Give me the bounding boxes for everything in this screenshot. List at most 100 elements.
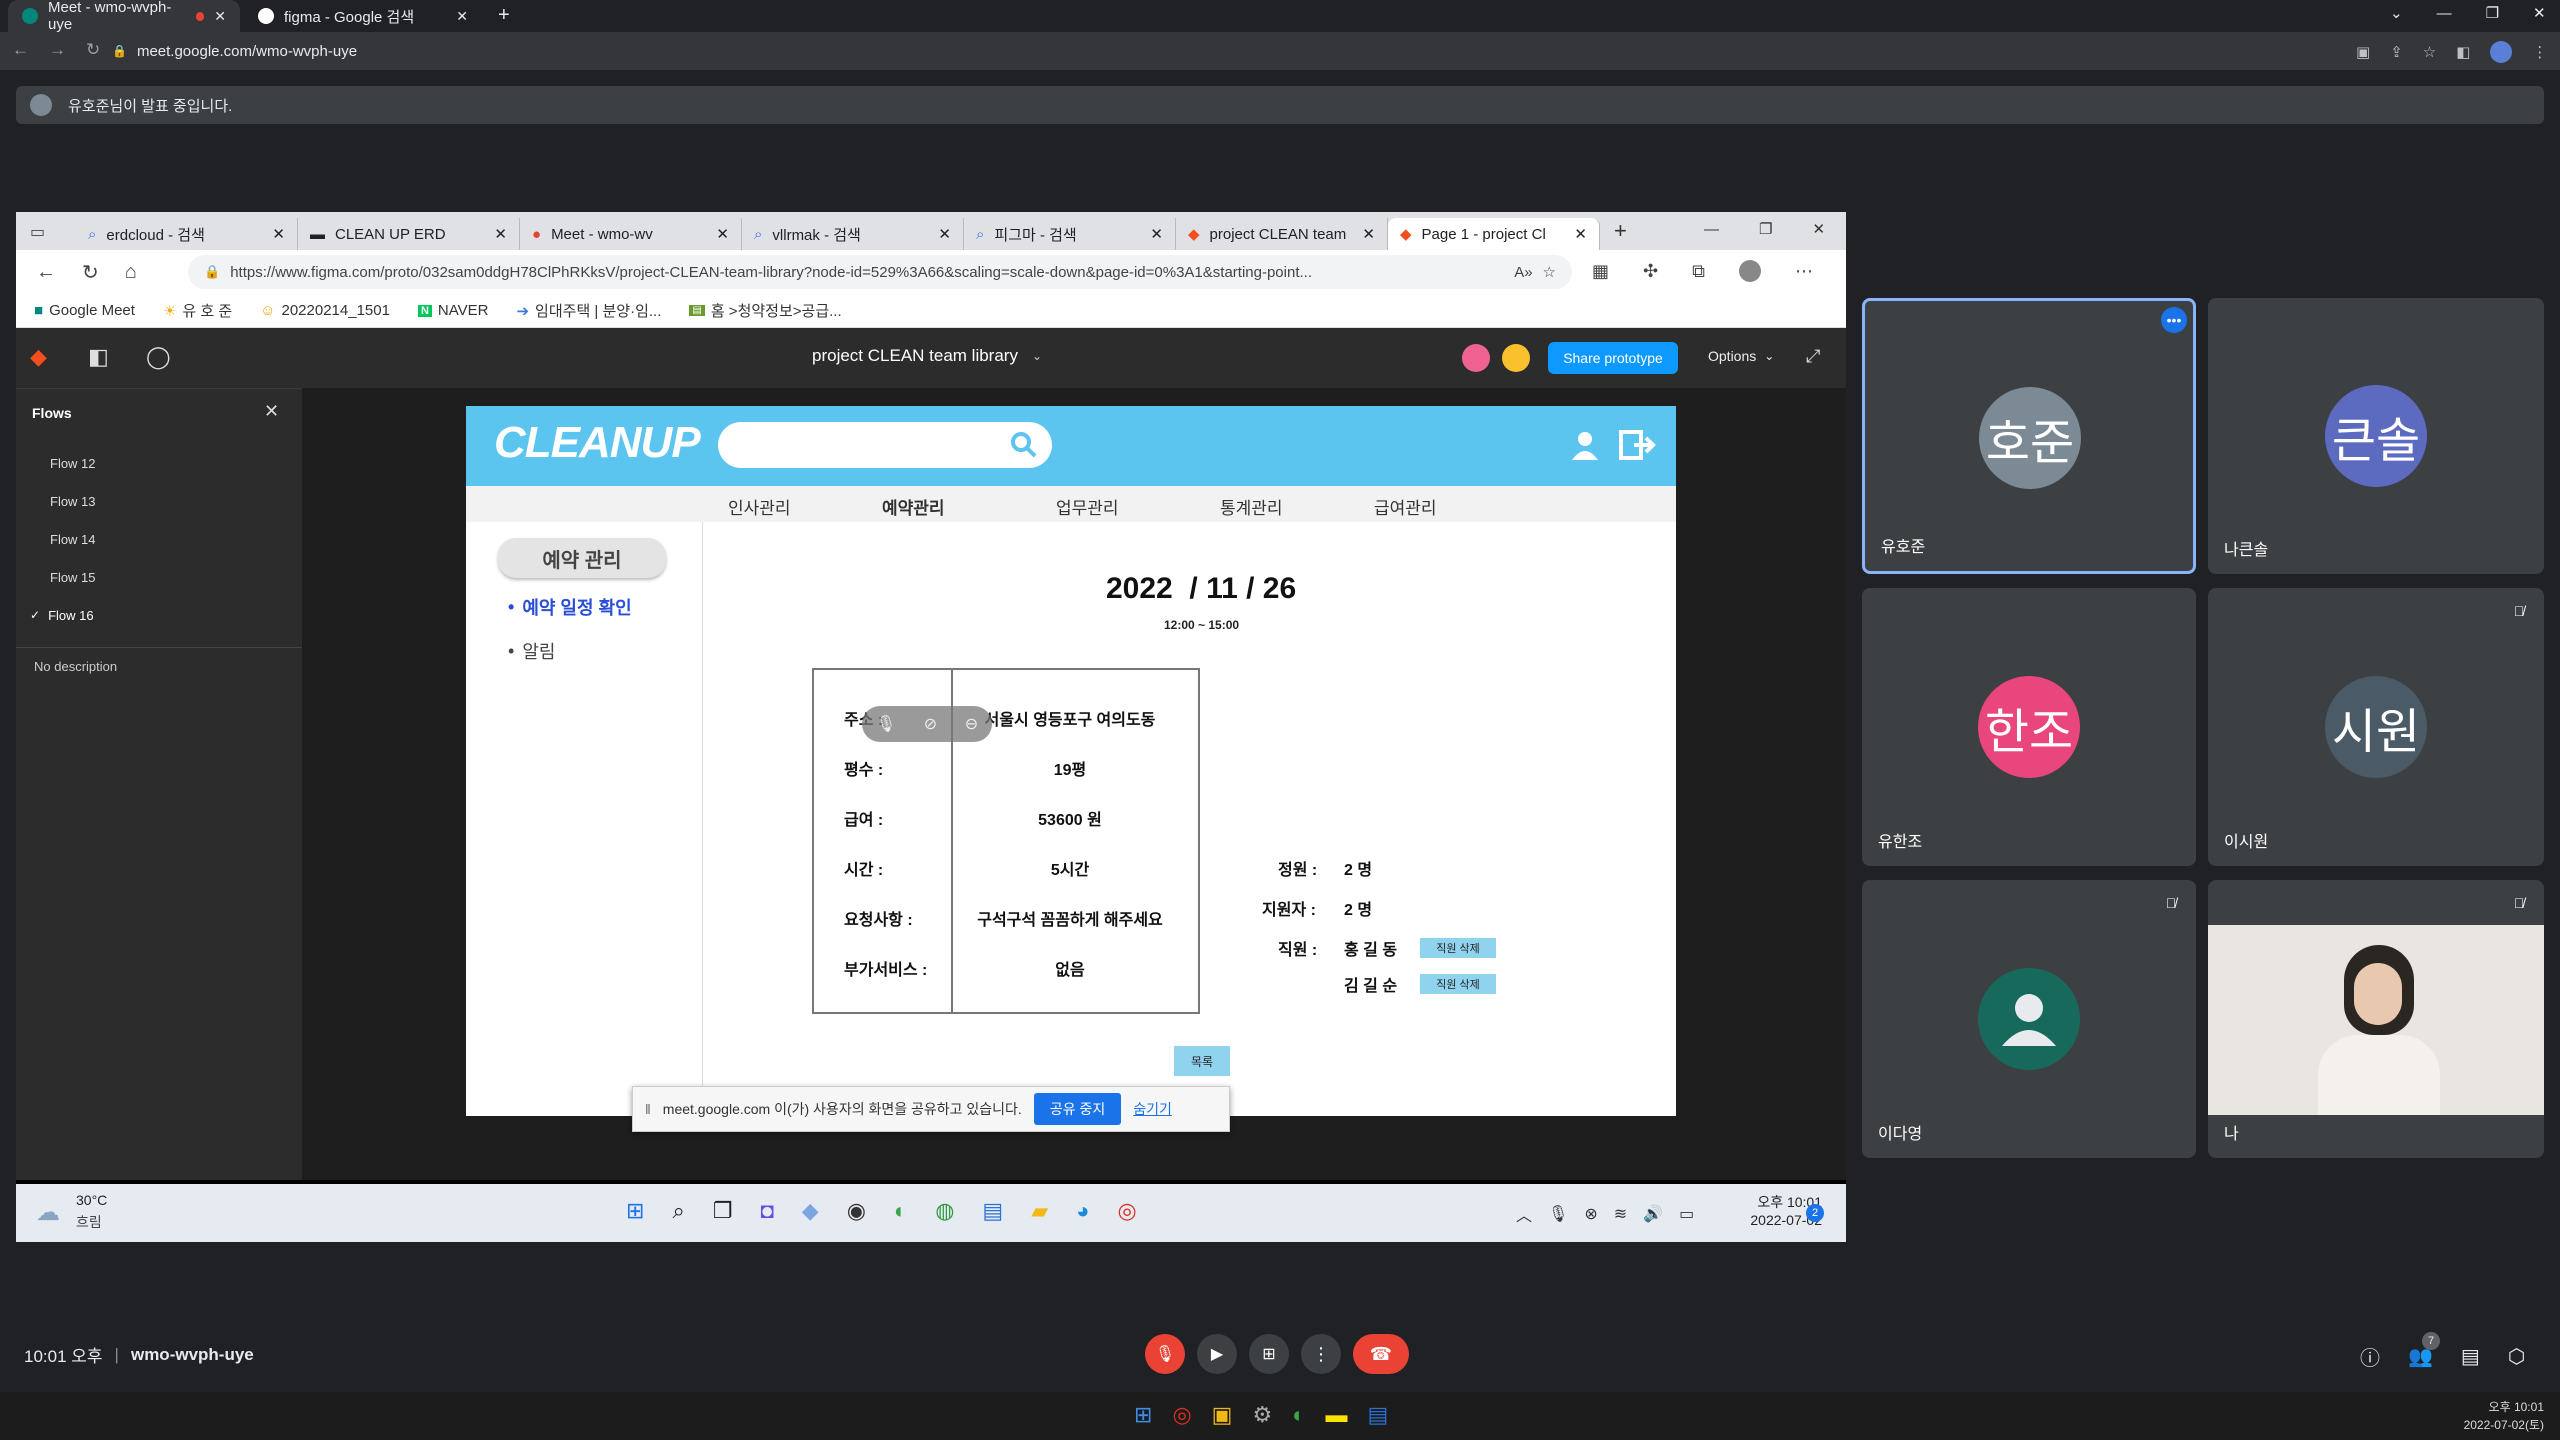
url-field[interactable]: 🔒 meet.google.com/wmo-wvph-uye: [112, 36, 2422, 66]
tab-search-chevron-icon[interactable]: ⌄: [2390, 4, 2403, 22]
notepad-icon[interactable]: ▤: [1367, 1402, 1388, 1428]
read-aloud-icon[interactable]: A»: [1514, 264, 1532, 281]
reload-icon[interactable]: ↻: [86, 40, 100, 60]
inner-url-field[interactable]: 🔒 https://www.figma.com/proto/032sam0ddg…: [188, 255, 1572, 289]
close-icon[interactable]: ✕: [1362, 225, 1375, 243]
task-view-icon[interactable]: ❐: [713, 1198, 733, 1224]
participant-tile[interactable]: 한조 유한조: [1862, 588, 2196, 866]
bookmark-google-meet[interactable]: ■ Google Meet: [34, 302, 135, 319]
fullscreen-icon[interactable]: ⤢: [1806, 346, 1820, 367]
drag-handle-icon[interactable]: ‖: [645, 1101, 651, 1117]
logout-icon[interactable]: [1618, 428, 1656, 462]
camera-toggle-button[interactable]: ▶: [1197, 1334, 1237, 1374]
restore-icon[interactable]: ❐: [2486, 4, 2499, 22]
hide-button[interactable]: 숨기기: [1133, 1099, 1172, 1119]
side-item-schedule[interactable]: • 예약 일정 확인: [508, 594, 632, 620]
profile-avatar-icon[interactable]: [2490, 41, 2513, 63]
close-icon[interactable]: ✕: [938, 225, 951, 243]
settings-icon[interactable]: ⚙: [1252, 1402, 1272, 1428]
flow-item-selected[interactable]: ✓ Flow 16: [16, 596, 302, 634]
x-circle-icon[interactable]: ⊗: [1584, 1204, 1597, 1224]
flow-item[interactable]: Flow 14: [16, 520, 302, 558]
list-button[interactable]: 목록: [1174, 1046, 1230, 1076]
bookmark-naver[interactable]: N NAVER: [417, 302, 488, 319]
windows-start-icon[interactable]: ⊞: [626, 1198, 644, 1224]
chrome-icon[interactable]: ◎: [1172, 1402, 1191, 1428]
inner-tab-page1[interactable]: ◆ Page 1 - project Cl ✕: [1388, 218, 1600, 250]
search-icon[interactable]: ⌕: [672, 1198, 684, 1224]
wifi-icon[interactable]: ≋: [1614, 1204, 1627, 1224]
bookmark-subscription[interactable]: ▤ 홈 >청약정보>공급...: [689, 300, 842, 321]
stop-sharing-button[interactable]: 공유 중지: [1033, 1093, 1122, 1125]
bookmark-housing[interactable]: ➔ 임대주택 | 분양·임...: [516, 300, 661, 321]
battery-icon[interactable]: ▭: [1679, 1204, 1694, 1224]
bookmark-user[interactable]: ☀ 유 호 준: [163, 300, 232, 321]
cleanup-search-input[interactable]: [718, 422, 1052, 468]
close-icon[interactable]: ✕: [716, 225, 729, 243]
folder-icon[interactable]: ▰: [1031, 1198, 1048, 1224]
new-tab-icon[interactable]: +: [498, 4, 510, 27]
figma-logo-icon[interactable]: ◆: [30, 344, 47, 370]
nav-item-salary[interactable]: 급여관리: [1374, 494, 1437, 519]
close-icon[interactable]: ✕: [1574, 225, 1587, 243]
inner-tab-project[interactable]: ◆ project CLEAN team li ✕: [1176, 218, 1388, 250]
camera-icon[interactable]: ▣: [2356, 43, 2370, 61]
panel-toggle-icon[interactable]: ◧: [88, 344, 109, 370]
teams-chat-icon[interactable]: ◘: [761, 1198, 774, 1224]
close-window-icon[interactable]: ✕: [2533, 4, 2546, 22]
profile-avatar-icon[interactable]: [1738, 260, 1761, 282]
close-icon[interactable]: ✕: [214, 8, 226, 25]
bookmark-date[interactable]: ☺ 20220214_1501: [260, 302, 390, 319]
app-icon[interactable]: ◆: [802, 1198, 819, 1224]
collections-icon[interactable]: ⧉: [1692, 261, 1705, 282]
extension-icon[interactable]: ▦: [1592, 261, 1609, 282]
user-icon[interactable]: [1568, 428, 1602, 462]
sidepanel-icon[interactable]: ◧: [2456, 43, 2470, 61]
back-icon[interactable]: ←: [36, 261, 56, 284]
side-item-notice[interactable]: • 알림: [508, 638, 555, 664]
new-tab-icon[interactable]: +: [1614, 218, 1627, 244]
share-prototype-button[interactable]: Share prototype: [1548, 342, 1678, 374]
present-button[interactable]: ⊞: [1249, 1334, 1289, 1374]
inner-tab-vllrmak[interactable]: ⌕ vllrmak - 검색 ✕: [742, 218, 964, 250]
close-icon[interactable]: ✕: [456, 8, 468, 25]
notification-badge[interactable]: 2: [1806, 1204, 1824, 1222]
extensions-puzzle-icon[interactable]: ✣: [1643, 261, 1658, 282]
app-icon[interactable]: ◐: [894, 1198, 907, 1224]
restore-icon[interactable]: ❐: [1759, 220, 1772, 238]
flow-item[interactable]: Flow 12: [16, 444, 302, 482]
minimize-icon[interactable]: —: [2437, 5, 2452, 22]
nav-item-hr[interactable]: 인사관리: [728, 494, 791, 519]
participant-tile[interactable]: 이다영 🎙̸: [1862, 880, 2196, 1158]
home-icon[interactable]: ⌂: [125, 261, 137, 284]
app-icon[interactable]: ◉: [847, 1198, 866, 1224]
mic-off-icon[interactable]: 🎙: [876, 714, 896, 734]
options-menu[interactable]: Options ⌄: [1708, 348, 1774, 364]
reload-icon[interactable]: ↻: [82, 260, 99, 285]
app-icon[interactable]: ▣: [1212, 1402, 1233, 1428]
mic-icon[interactable]: 🎙: [1548, 1204, 1568, 1224]
nav-item-work[interactable]: 업무관리: [1056, 494, 1119, 519]
flow-item[interactable]: Flow 13: [16, 482, 302, 520]
minimize-icon[interactable]: —: [1704, 221, 1719, 238]
volume-icon[interactable]: 🔊: [1643, 1204, 1663, 1224]
participant-tile-self[interactable]: 나 🎙̸: [2208, 880, 2544, 1158]
search-icon[interactable]: [1010, 431, 1038, 459]
app-icon[interactable]: ◐: [1292, 1402, 1305, 1428]
nav-item-stats[interactable]: 통계관리: [1220, 494, 1283, 519]
leave-call-button[interactable]: ☎: [1353, 1334, 1409, 1374]
favorite-icon[interactable]: ☆: [1543, 263, 1556, 281]
menu-dots-icon[interactable]: ⋮: [2532, 43, 2547, 61]
close-icon[interactable]: ✕: [264, 401, 279, 422]
kakaotalk-icon[interactable]: ▬: [1325, 1402, 1347, 1428]
close-window-icon[interactable]: ✕: [1812, 220, 1825, 238]
notepad-icon[interactable]: ▤: [982, 1198, 1003, 1224]
camera-off-icon[interactable]: ⊘: [924, 714, 937, 734]
comment-icon[interactable]: ◯: [146, 344, 171, 370]
close-icon[interactable]: ✕: [494, 225, 507, 243]
inner-tab-figma-search[interactable]: ⌕ 피그마 - 검색 ✕: [964, 218, 1176, 250]
close-icon[interactable]: ✕: [272, 225, 285, 243]
mic-toggle-button[interactable]: 🎙: [1145, 1334, 1185, 1374]
chat-icon[interactable]: ▤: [2461, 1344, 2480, 1369]
inner-tab-erdcloud[interactable]: ⌕ erdcloud - 검색 ✕: [76, 218, 298, 250]
